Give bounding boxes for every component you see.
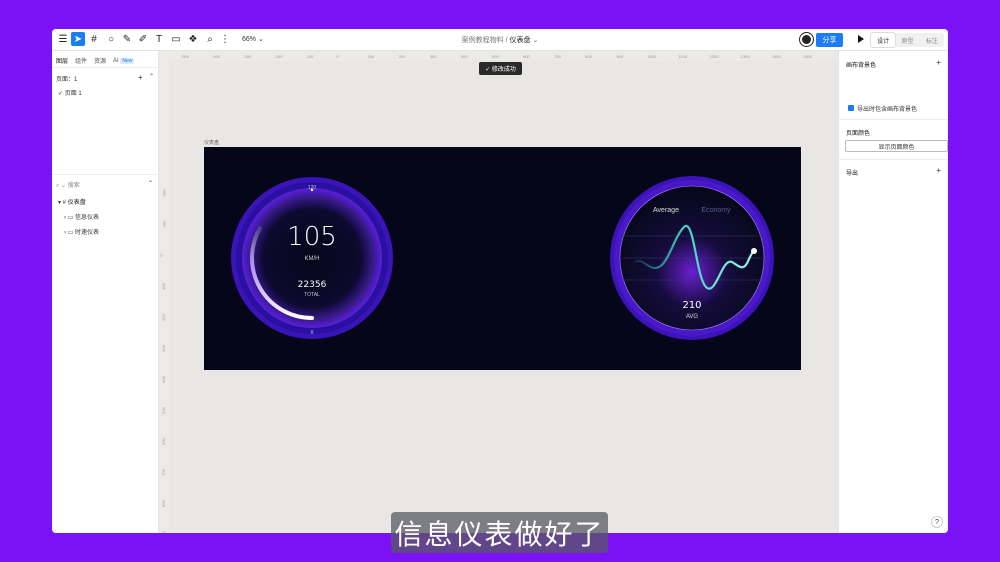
mode-switcher: 设计 原型 标注: [871, 33, 944, 47]
export-title: 导出: [846, 171, 859, 177]
left-panel: 图层 组件 资源 AI New 页面：1 + ⌃ ✓ 页面 1 ⌕ ⌄ 搜索 ⌃…: [52, 51, 159, 533]
ruler-tick: -200: [161, 189, 167, 198]
ruler-tick: -100: [161, 220, 167, 229]
ruler-tick: -400: [212, 54, 221, 59]
gauge-max-label: 120: [308, 185, 317, 191]
app-window: ☰ ➤ # ○ ✎ ✐ T ▭ ❖ ⌕ ⋮ 66% ⌄ 案例教程物料 / 仪表盘…: [52, 29, 948, 533]
ruler-tick: 400: [160, 376, 166, 383]
breadcrumb-project[interactable]: 案例教程物料: [462, 37, 504, 44]
ruler-tick: 200: [160, 314, 166, 321]
export-bg-checkbox[interactable]: [848, 105, 854, 111]
collapse-all-icon[interactable]: ⌃: [148, 180, 153, 187]
new-badge: New: [120, 57, 135, 64]
ruler-tick: -100: [305, 54, 314, 59]
page-item-1[interactable]: ✓ 页面 1: [58, 88, 82, 97]
ruler-horizontal: -500 -400 -300 -200 -100 0 100 200 300 400 500 600 7…: [159, 51, 838, 61]
left-tabs: 图层 组件 资源 AI New: [56, 56, 135, 65]
dashboard-graphics: 120 105 KM/H 22356 TOTAL 0 Average Econo…: [231, 176, 774, 340]
share-button[interactable]: 分享: [816, 33, 843, 47]
speed-value: 105: [287, 222, 337, 252]
divider: [839, 159, 948, 160]
ruler-tick: 300: [429, 54, 437, 59]
tab-assets[interactable]: 资源: [94, 56, 106, 65]
ruler-tick: 100: [367, 54, 375, 59]
ruler-tick: -500: [181, 54, 190, 59]
avg-value: 210: [682, 300, 701, 311]
divider: [839, 119, 948, 120]
gauge-min-label: 0: [311, 330, 314, 336]
ruler-tick: 700: [160, 469, 166, 476]
add-page-icon[interactable]: +: [138, 73, 143, 82]
avatar[interactable]: [800, 33, 813, 46]
export-bg-label: 导出时包含画布背景色: [857, 107, 918, 113]
wave-end-dot: [751, 248, 757, 254]
page-color-title: 页面颜色: [846, 131, 871, 137]
tab-layers[interactable]: 图层: [56, 56, 68, 65]
breadcrumb: 案例教程物料 / 仪表盘 ⌄: [461, 37, 539, 44]
ruler-tick: 100: [160, 283, 166, 290]
tab-prototype[interactable]: 原型: [895, 33, 919, 47]
frame-label[interactable]: 仪表盘: [204, 139, 219, 146]
add-canvas-bg-icon[interactable]: +: [936, 58, 941, 67]
ruler-tick: 200: [398, 54, 406, 59]
pages-label: 页面：1: [56, 77, 78, 83]
layer-speed-gauge[interactable]: › ▭ 时速仪表: [64, 227, 99, 236]
ruler-tick: 600: [160, 438, 166, 445]
ruler-tick: 400: [460, 54, 468, 59]
ruler-tick: 500: [160, 407, 166, 414]
divider: [52, 67, 159, 68]
tab-average[interactable]: Average: [653, 207, 679, 214]
ruler-tick: -300: [243, 54, 252, 59]
ruler-tick: 0: [158, 254, 164, 257]
layer-info-gauge[interactable]: › ▭ 信息仪表: [64, 212, 99, 221]
layer-dashboard[interactable]: ▾ # 仪表盘: [58, 197, 86, 206]
ruler-tick: 900: [161, 531, 166, 533]
dashboard-frame[interactable]: 120 105 KM/H 22356 TOTAL 0 Average Econo…: [204, 147, 801, 370]
ruler-tick: 1400: [771, 54, 781, 59]
ruler-tick: 900: [616, 54, 624, 59]
ruler-tick: -200: [274, 54, 283, 59]
collapse-icon[interactable]: ⌃: [149, 73, 154, 80]
ruler-tick: 300: [160, 345, 166, 352]
ruler-tick: 1500: [803, 54, 812, 59]
toast-success: ✓ 修改成功: [479, 62, 522, 75]
divider: [52, 174, 159, 175]
canvas-bg-title: 画布背景色: [846, 63, 877, 69]
ruler-tick: 1000: [647, 54, 657, 59]
tab-annotate[interactable]: 标注: [920, 33, 944, 47]
tab-design[interactable]: 设计: [871, 33, 896, 47]
total-label: TOTAL: [304, 292, 320, 298]
wave-gauge: Average Economy 210 AVG: [610, 176, 774, 340]
avg-label: AVG: [686, 314, 699, 320]
ruler-tick: 1300: [740, 54, 750, 59]
ruler-tick: 1200: [709, 54, 719, 59]
ruler-tick: 0: [336, 54, 339, 59]
ruler-vertical: -200 -100 0 100 200 300 400 500 600 700 800 900: [159, 61, 169, 533]
tab-components[interactable]: 组件: [75, 56, 87, 65]
tab-economy[interactable]: Economy: [701, 207, 731, 214]
play-icon[interactable]: [858, 35, 864, 43]
layer-search[interactable]: ⌕ ⌄ 搜索: [56, 180, 80, 190]
top-toolbar: ☰ ➤ # ○ ✎ ✐ T ▭ ❖ ⌕ ⋮ 66% ⌄ 案例教程物料 / 仪表盘…: [52, 29, 948, 51]
speed-unit: KM/H: [305, 256, 320, 262]
add-export-icon[interactable]: +: [936, 166, 941, 175]
breadcrumb-page[interactable]: 仪表盘: [510, 37, 531, 44]
ruler-tick: 700: [554, 54, 561, 59]
ruler-tick: 600: [523, 54, 530, 59]
tab-ai[interactable]: AI New: [113, 57, 135, 64]
ruler-tick: 500: [492, 54, 499, 59]
show-page-color-button[interactable]: 显示页面颜色: [845, 140, 948, 152]
ruler-tick: 800: [585, 54, 592, 59]
video-subtitle: 信息仪表做好了: [391, 512, 608, 553]
right-panel: 画布背景色 + 导出时包含画布背景色 页面颜色 显示页面颜色 导出 +: [838, 51, 948, 533]
ruler-tick: 800: [160, 500, 166, 507]
ruler-tick: 1100: [678, 54, 688, 59]
total-value: 22356: [298, 280, 327, 290]
help-button[interactable]: ?: [931, 516, 943, 528]
speed-gauge: 120 105 KM/H 22356 TOTAL 0: [231, 177, 393, 339]
